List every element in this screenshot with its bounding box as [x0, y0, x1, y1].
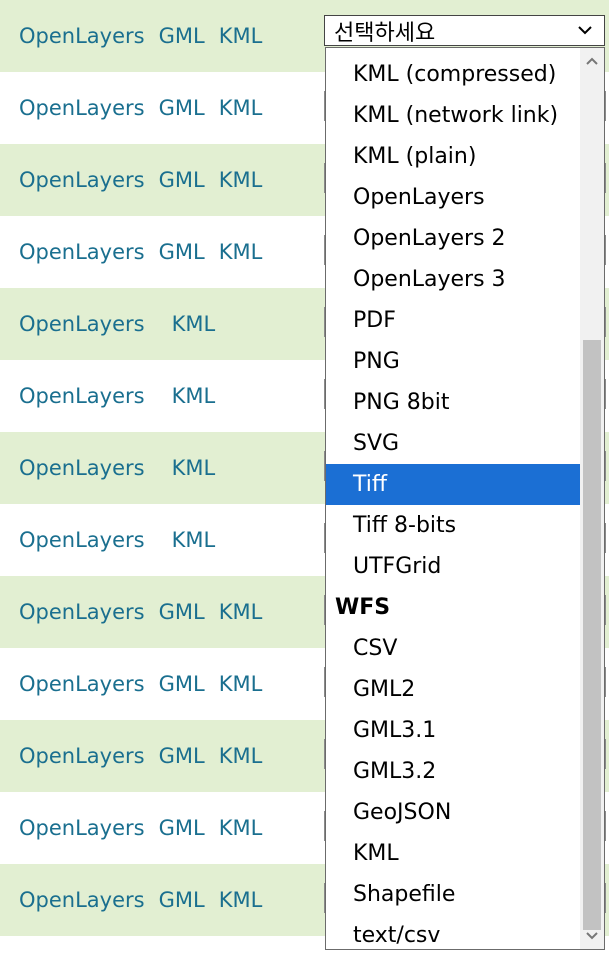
preview-links: OpenLayers GML KML [19, 720, 262, 792]
preview-links: OpenLayers GML KML [19, 144, 262, 216]
preview-links: OpenLayers KML [19, 432, 215, 504]
gml-link[interactable]: GML [159, 744, 205, 768]
dropdown-option[interactable]: GML3.2 [326, 751, 581, 792]
gml-link[interactable]: GML [159, 600, 205, 624]
openlayers-link[interactable]: OpenLayers [19, 672, 145, 696]
gml-link[interactable]: GML [159, 96, 205, 120]
kml-link[interactable]: KML [219, 168, 263, 192]
kml-link[interactable]: KML [172, 384, 216, 408]
dropdown-option[interactable]: SVG [326, 423, 581, 464]
openlayers-link[interactable]: OpenLayers [19, 240, 145, 264]
gml-link[interactable]: GML [159, 672, 205, 696]
dropdown-option[interactable]: Tiff [326, 464, 581, 505]
option-group-label: WFS [335, 595, 391, 620]
scrollbar-thumb[interactable] [583, 340, 601, 930]
dropdown-option[interactable]: KML (compressed) [326, 54, 581, 95]
openlayers-link[interactable]: OpenLayers [19, 744, 145, 768]
openlayers-link[interactable]: OpenLayers [19, 600, 145, 624]
kml-link[interactable]: KML [172, 456, 216, 480]
dropdown-option[interactable]: GML2 [326, 669, 581, 710]
openlayers-link[interactable]: OpenLayers [19, 528, 145, 552]
kml-link[interactable]: KML [219, 888, 263, 912]
kml-link[interactable]: KML [172, 528, 216, 552]
preview-links: OpenLayers GML KML [19, 576, 262, 648]
gml-link[interactable]: GML [159, 168, 205, 192]
preview-links: OpenLayers GML KML [19, 792, 262, 864]
kml-link[interactable]: KML [219, 672, 263, 696]
dropdown-option[interactable]: PNG 8bit [326, 382, 581, 423]
dropdown-option[interactable]: Shapefile [326, 874, 581, 915]
preview-links: OpenLayers GML KML [19, 72, 262, 144]
kml-link[interactable]: KML [219, 240, 263, 264]
preview-links: OpenLayers GML KML [19, 864, 262, 936]
kml-link[interactable]: KML [219, 816, 263, 840]
scroll-down-arrow-icon[interactable] [586, 931, 598, 941]
preview-links: OpenLayers GML KML [19, 0, 262, 72]
dropdown-option[interactable]: OpenLayers 3 [326, 259, 581, 300]
kml-link[interactable]: KML [219, 744, 263, 768]
dropdown-option[interactable]: PDF [326, 300, 581, 341]
preview-links: OpenLayers GML KML [19, 216, 262, 288]
dropdown-option[interactable]: OpenLayers 2 [326, 218, 581, 259]
format-dropdown-list[interactable]: KML (compressed) KML (network link) KML (p… [325, 47, 605, 950]
preview-links: OpenLayers GML KML [19, 648, 262, 720]
preview-links: OpenLayers KML [19, 504, 215, 576]
openlayers-link[interactable]: OpenLayers [19, 816, 145, 840]
openlayers-link[interactable]: OpenLayers [19, 24, 145, 48]
kml-link[interactable]: KML [219, 96, 263, 120]
gml-link[interactable]: GML [159, 24, 205, 48]
kml-link[interactable]: KML [172, 312, 216, 336]
dropdown-option[interactable]: PNG [326, 341, 581, 382]
gml-link[interactable]: GML [159, 816, 205, 840]
openlayers-link[interactable]: OpenLayers [19, 312, 145, 336]
dropdown-option[interactable]: KML (plain) [326, 136, 581, 177]
dropdown-option[interactable]: GML3.1 [326, 710, 581, 751]
openlayers-link[interactable]: OpenLayers [19, 888, 145, 912]
gml-link[interactable]: GML [159, 888, 205, 912]
kml-link[interactable]: KML [219, 600, 263, 624]
gml-link[interactable]: GML [159, 240, 205, 264]
preview-links: OpenLayers KML [19, 288, 215, 360]
dropdown-option[interactable]: UTFGrid [326, 546, 581, 587]
format-select[interactable]: 선택하세요 [324, 15, 605, 46]
dropdown-option[interactable]: OpenLayers [326, 177, 581, 218]
openlayers-link[interactable]: OpenLayers [19, 96, 145, 120]
openlayers-link[interactable]: OpenLayers [19, 384, 145, 408]
dropdown-option[interactable]: Tiff 8-bits [326, 505, 581, 546]
dropdown-scrollbar[interactable] [580, 48, 604, 949]
dropdown-option[interactable]: GeoJSON [326, 792, 581, 833]
scroll-up-arrow-icon[interactable] [586, 56, 598, 66]
openlayers-link[interactable]: OpenLayers [19, 456, 145, 480]
dropdown-option[interactable]: CSV [326, 628, 581, 669]
format-select-value: 선택하세요 [334, 20, 436, 46]
dropdown-option[interactable]: KML [326, 833, 581, 874]
format-options: KML (compressed) KML (network link) KML (p… [326, 54, 581, 949]
kml-link[interactable]: KML [219, 24, 263, 48]
chevron-down-icon [578, 26, 592, 35]
openlayers-link[interactable]: OpenLayers [19, 168, 145, 192]
preview-links: OpenLayers KML [19, 360, 215, 432]
dropdown-option[interactable]: KML (network link) [326, 95, 581, 136]
dropdown-option[interactable]: text/csv [326, 915, 581, 949]
